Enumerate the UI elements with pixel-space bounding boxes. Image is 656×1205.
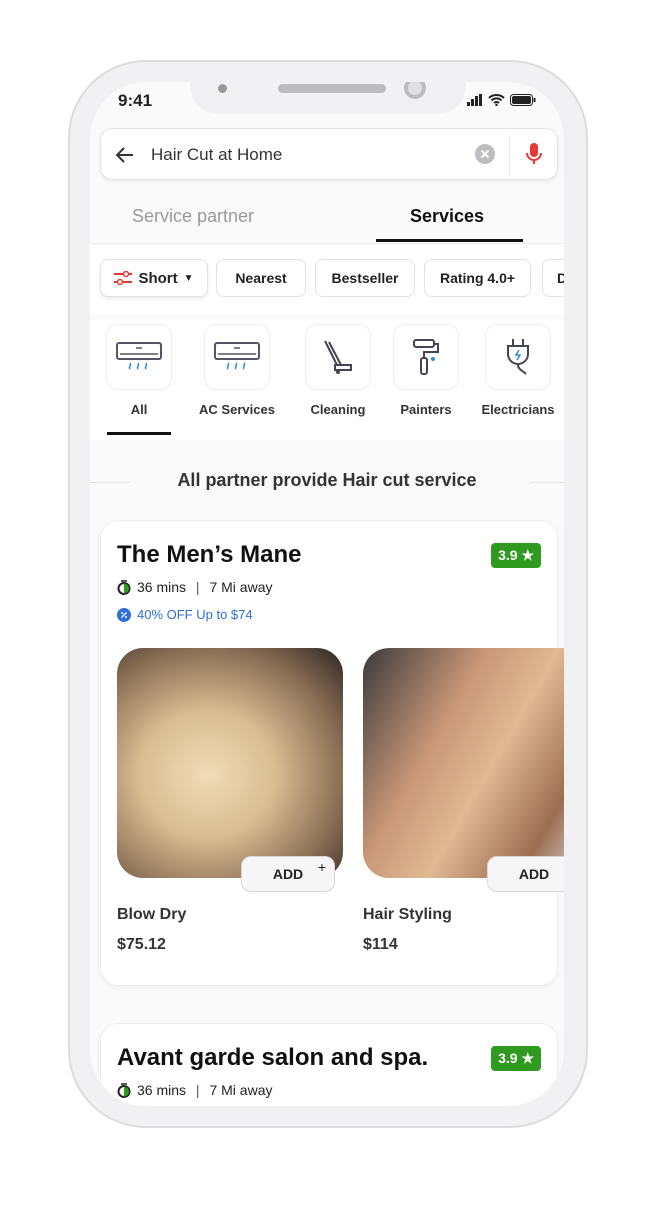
status-icons — [467, 94, 536, 106]
filter-nearest[interactable]: Nearest — [216, 259, 306, 297]
delivery-time: 36 mins — [137, 1082, 187, 1098]
partner-name: Avant garde salon and spa. — [117, 1044, 429, 1071]
timer-icon — [117, 579, 131, 595]
category-indicator — [107, 432, 171, 435]
category-ac-services[interactable]: AC Services — [192, 324, 282, 417]
plug-icon — [507, 339, 529, 375]
caret-down-icon: ▼ — [183, 272, 194, 284]
partner-name: The Men’s Mane — [117, 541, 302, 568]
filter-chips: Short ▼ Nearest Bestseller Rating 4.0+ D — [90, 245, 564, 315]
filter-more[interactable]: D — [542, 259, 564, 297]
filter-rating[interactable]: Rating 4.0+ — [424, 259, 531, 297]
sliders-icon — [114, 271, 133, 285]
service-item[interactable]: ADD + Blow Dry $75.12 — [117, 648, 343, 953]
distance: 7 Mi away — [209, 1082, 273, 1098]
rating-badge: 3.9 ★ — [491, 1046, 541, 1071]
notch — [190, 82, 466, 114]
timer-icon — [117, 1082, 131, 1098]
service-name: Hair Styling — [363, 906, 452, 923]
delivery-time: 36 mins — [137, 579, 187, 595]
offer: 40% OFF Up to $74 — [117, 607, 253, 622]
paint-roller-icon — [413, 339, 439, 375]
ac-icon — [116, 342, 162, 370]
partner-meta: 36 mins | 7 Mi away — [117, 1082, 272, 1098]
service-name: Blow Dry — [117, 906, 187, 923]
category-electricians[interactable]: Electricians — [473, 324, 563, 417]
filter-bestseller[interactable]: Bestseller — [315, 259, 415, 297]
category-painters[interactable]: Painters — [381, 324, 471, 417]
category-label: Electricians — [481, 402, 555, 417]
hair-styling-image — [363, 648, 564, 878]
partner-card[interactable]: The Men’s Mane 3.9 ★ 36 mins | 7 Mi away… — [100, 520, 564, 986]
clear-icon[interactable] — [475, 144, 495, 164]
blow-dry-image — [117, 648, 343, 878]
tab-bar: Service partner Services — [90, 194, 564, 244]
status-time: 9:41 — [118, 91, 153, 110]
discount-badge-icon — [117, 607, 131, 622]
partner-meta: 36 mins | 7 Mi away — [117, 579, 272, 595]
service-price: $114 — [363, 936, 398, 953]
offer-text: 40% OFF Up to $74 — [137, 607, 253, 622]
category-label: AC Services — [199, 402, 275, 417]
category-all[interactable]: All — [94, 324, 184, 417]
tab-services[interactable]: Services — [410, 206, 484, 227]
tab-indicator — [376, 239, 523, 242]
category-label: Painters — [400, 402, 452, 417]
ac-icon — [214, 342, 260, 370]
category-row: All AC Services Cleaning Painters Electr… — [90, 320, 564, 440]
sort-label: Short — [138, 269, 178, 287]
distance: 7 Mi away — [209, 579, 273, 595]
tab-service-partner[interactable]: Service partner — [132, 206, 254, 227]
sort-chip[interactable]: Short ▼ — [100, 259, 208, 297]
add-button[interactable]: ADD + — [241, 856, 335, 892]
section-heading: All partner provide Hair cut service — [177, 470, 477, 490]
category-label: All — [130, 402, 148, 417]
vacuum-icon — [324, 340, 352, 374]
wifi-icon — [488, 94, 505, 106]
search-bar[interactable]: Hair Cut at Home — [100, 128, 558, 180]
partner-card[interactable]: Avant garde salon and spa. 3.9 ★ 36 mins… — [100, 1023, 558, 1106]
battery-icon — [510, 94, 536, 106]
back-arrow-icon[interactable] — [115, 145, 135, 165]
service-item[interactable]: ADD Hair Styling $114 — [363, 648, 564, 953]
signal-icon — [467, 94, 482, 106]
category-label: Cleaning — [310, 402, 366, 417]
search-input[interactable]: Hair Cut at Home — [151, 145, 282, 165]
screen: 9:41 Hair Cut at Home Service partner Se… — [90, 82, 564, 1106]
mic-icon[interactable] — [525, 142, 543, 168]
add-button[interactable]: ADD — [487, 856, 564, 892]
category-cleaning[interactable]: Cleaning — [293, 324, 383, 417]
service-price: $75.12 — [117, 936, 166, 953]
rating-badge: 3.9 ★ — [491, 543, 541, 568]
